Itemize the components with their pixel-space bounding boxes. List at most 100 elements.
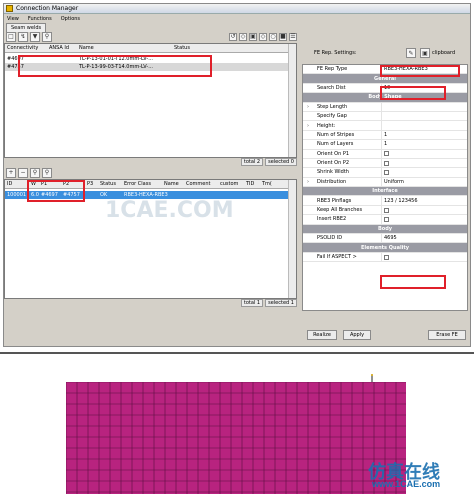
edit-icon[interactable]: ✎	[406, 48, 416, 58]
magnify-icon[interactable]: ⚲	[30, 167, 40, 178]
expand-icon[interactable]: ›	[307, 104, 309, 110]
property-row[interactable]: Specify Gap	[303, 111, 467, 122]
col-status[interactable]: Status	[172, 45, 232, 51]
checkbox[interactable]	[384, 169, 389, 175]
tool-f-icon[interactable]: ■	[279, 32, 287, 41]
connections-status: total 2 selected 0	[4, 158, 297, 166]
watermark-url: www.1CAE.com	[372, 479, 441, 489]
realize-button[interactable]: Realize	[307, 330, 337, 340]
checkbox[interactable]	[384, 160, 389, 166]
property-key-label: Orient On P1	[317, 150, 350, 157]
apply-button[interactable]: Apply	[343, 330, 371, 340]
property-value[interactable]: 1	[381, 140, 467, 149]
zoom-out-icon[interactable]: −	[18, 167, 28, 178]
checkbox[interactable]	[384, 151, 389, 157]
tool-b-icon[interactable]: ◇	[239, 32, 247, 41]
property-row[interactable]: Insert RBE2	[303, 215, 467, 225]
property-row[interactable]: › Distribution Uniform	[303, 177, 467, 188]
property-value[interactable]	[381, 111, 467, 121]
checkbox[interactable]	[384, 254, 389, 260]
property-row[interactable]: Num of Stripes 1	[303, 130, 467, 141]
property-value[interactable]	[381, 205, 467, 215]
property-row[interactable]: PSOLID ID 4695	[303, 234, 467, 244]
property-key-label: FE Rep Type	[317, 66, 348, 73]
vertical-scrollbar[interactable]	[288, 180, 296, 298]
expand-icon[interactable]: ›	[307, 123, 309, 129]
property-value[interactable]: 123 / 123456	[381, 196, 467, 205]
property-value[interactable]	[381, 215, 467, 224]
search-icon[interactable]: ⚲	[42, 31, 52, 42]
col-name[interactable]: Name	[77, 45, 172, 51]
tool-e-icon[interactable]: ○	[269, 32, 277, 41]
zoom-in-icon[interactable]: +	[6, 167, 16, 178]
col-tm[interactable]: Tm(	[260, 181, 274, 187]
col-name[interactable]: Name	[162, 181, 184, 187]
search-icon[interactable]: ⚲	[42, 167, 52, 178]
col-connectivity[interactable]: Connectivity	[5, 45, 47, 51]
selected-count: selected 1	[265, 299, 297, 307]
property-row[interactable]: › Step Length	[303, 102, 467, 112]
tool-d-icon[interactable]: ◇	[259, 32, 267, 41]
col-p3[interactable]: P3	[85, 181, 98, 187]
property-key: Shrink Width	[303, 169, 381, 175]
col-comment[interactable]: Comment	[184, 181, 218, 187]
property-row[interactable]: RBE3 Pinflags 123 / 123456	[303, 196, 467, 206]
col-ansa-id[interactable]: ANSA Id	[47, 45, 77, 51]
property-row[interactable]: Keep All Branches	[303, 205, 467, 216]
property-row[interactable]: › Height:	[303, 121, 467, 131]
property-key-label: Fail If ASPECT >	[317, 254, 357, 260]
mesh-view[interactable]	[66, 382, 406, 494]
property-value[interactable]	[381, 158, 467, 168]
property-value[interactable]	[381, 168, 467, 177]
menu-options[interactable]: Options	[61, 16, 80, 22]
cell-id: 100001	[7, 192, 27, 198]
property-key: Fail If ASPECT >	[303, 254, 381, 260]
connections-header: Connectivity ANSA Id Name Status	[5, 44, 296, 53]
property-value[interactable]: 4695	[381, 234, 467, 243]
property-row[interactable]: Fail If ASPECT >	[303, 252, 467, 263]
menu-functions[interactable]: Functions	[28, 16, 52, 22]
property-value[interactable]	[381, 252, 467, 262]
new-icon[interactable]: □	[6, 31, 16, 42]
tool-a-icon[interactable]: ↺	[229, 32, 237, 41]
property-key: › Height:	[303, 123, 381, 129]
erase-fe-button[interactable]: Erase FE	[428, 330, 466, 340]
checkbox[interactable]	[384, 207, 389, 213]
menu-view[interactable]: View	[7, 16, 19, 22]
col-id[interactable]: ID	[5, 181, 29, 187]
annotation-box-rows	[18, 55, 212, 77]
property-value[interactable]: Uniform	[381, 177, 467, 187]
annotation-box-points	[27, 180, 85, 202]
ansa-app-icon	[6, 5, 13, 12]
property-row[interactable]: Orient On P1	[303, 149, 467, 159]
property-row[interactable]: Num of Layers 1	[303, 140, 467, 150]
filter-icon[interactable]: ▼	[30, 31, 40, 42]
property-key-label: RBE3 Pinflags	[317, 197, 352, 204]
property-value[interactable]	[381, 149, 467, 158]
col-error-class[interactable]: Error Class	[122, 181, 162, 187]
fe-settings-label: FE Rep. Settings:	[314, 50, 357, 56]
property-row[interactable]: Orient On P2	[303, 158, 467, 169]
vertical-scrollbar[interactable]	[288, 44, 296, 157]
property-key: Num of Stripes	[303, 132, 381, 138]
property-row[interactable]: Shrink Width	[303, 168, 467, 178]
expand-icon[interactable]: ›	[307, 179, 309, 185]
property-value[interactable]	[381, 102, 467, 111]
property-key-label: Num of Layers	[317, 141, 354, 148]
pick-icon[interactable]: ↯	[18, 31, 28, 42]
col-status[interactable]: Status	[98, 181, 122, 187]
checkbox[interactable]	[384, 216, 389, 222]
options-icon[interactable]: ☰	[289, 32, 297, 41]
tool-c-icon[interactable]: ▣	[249, 32, 257, 41]
col-tid[interactable]: TID	[244, 181, 260, 187]
property-key: Insert RBE2	[303, 216, 381, 222]
property-value[interactable]	[381, 121, 467, 130]
clipboard-label[interactable]: clipboard	[432, 50, 455, 56]
left-pane: □ ↯ ▼ ⚲ ↺ ◇ ▣ ◇ ○ ■ ☰ Connectivity ANSA …	[4, 30, 297, 307]
top-toolbar: □ ↯ ▼ ⚲ ↺ ◇ ▣ ◇ ○ ■ ☰	[4, 30, 297, 43]
property-key: RBE3 Pinflags	[303, 198, 381, 204]
property-key-label: Step Length	[317, 103, 348, 110]
property-value[interactable]: 1	[381, 130, 467, 140]
col-custom[interactable]: custom	[218, 181, 244, 187]
clipboard-icon[interactable]: ▣	[420, 48, 430, 58]
